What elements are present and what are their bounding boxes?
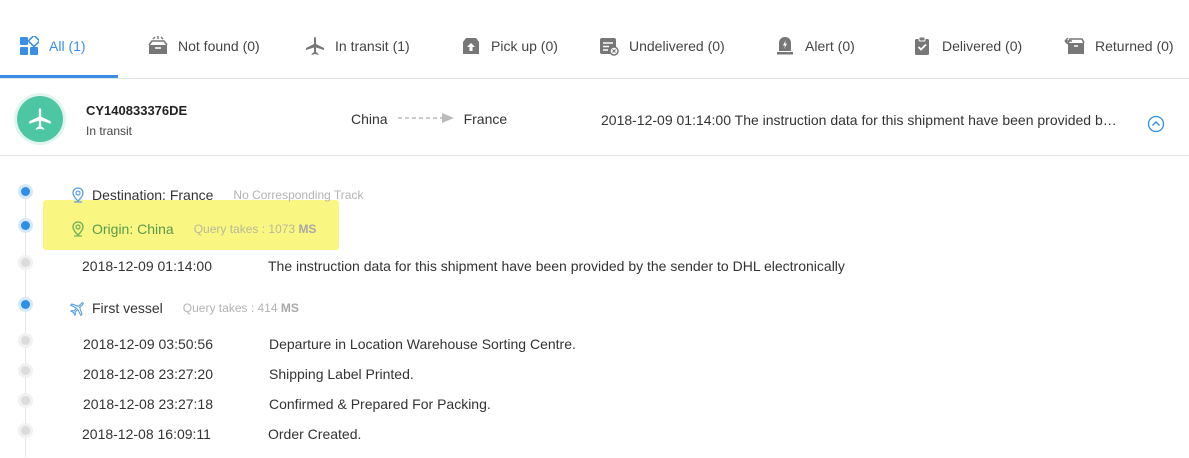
destination-note: No Corresponding Track <box>233 188 364 202</box>
event-time: 2018-12-08 16:09:11 <box>82 426 211 442</box>
airplane-icon <box>304 35 326 57</box>
timeline-dot-active <box>21 187 30 196</box>
event-description: The instruction data for this shipment h… <box>268 258 845 274</box>
location-pin-icon <box>72 221 84 237</box>
tab-in-transit[interactable]: In transit (1) <box>304 34 410 58</box>
tab-label: Alert (0) <box>805 38 855 54</box>
timeline-dot-active <box>21 221 30 230</box>
tab-label: Undelivered (0) <box>629 38 725 54</box>
status-tabs: All (1) Not found (0) In transit (1) Pic… <box>0 0 1189 79</box>
route-destination: France <box>463 111 508 127</box>
tab-label: Not found (0) <box>178 38 260 54</box>
clipboard-check-icon <box>911 35 933 57</box>
tracking-number[interactable]: CY140833376DE <box>86 103 187 118</box>
empty-box-icon <box>147 35 169 57</box>
shipment-status: In transit <box>86 124 133 138</box>
tab-label: Delivered (0) <box>942 38 1023 54</box>
destination-section: Destination: France No Corresponding Tra… <box>70 187 363 203</box>
pickup-box-icon <box>460 35 482 57</box>
origin-section: Origin: China Query takes : 1073 MS <box>70 221 316 237</box>
return-box-icon <box>1064 35 1086 57</box>
origin-query-time: Query takes : 1073 MS <box>194 222 317 236</box>
latest-event: 2018-12-09 01:14:00 The instruction data… <box>601 112 1121 128</box>
airplane-icon <box>69 302 84 317</box>
tab-undelivered[interactable]: Undelivered (0) <box>598 34 725 58</box>
timeline-dot <box>21 426 30 435</box>
event-description: Order Created. <box>268 426 362 442</box>
shipment-route: China France <box>351 111 507 127</box>
tab-label: Returned (0) <box>1095 38 1174 54</box>
timeline-dot <box>21 396 30 405</box>
timeline-dot <box>21 336 30 345</box>
collapse-button[interactable] <box>1147 115 1165 133</box>
shipment-status-avatar <box>17 96 63 142</box>
destination-label: Destination: France <box>92 187 214 203</box>
tab-label: All (1) <box>49 38 86 54</box>
tracking-timeline: Destination: France No Corresponding Tra… <box>0 157 1189 458</box>
tab-label: In transit (1) <box>335 38 410 54</box>
timeline-dot <box>21 258 30 267</box>
active-tab-indicator <box>0 75 118 78</box>
event-description: Shipping Label Printed. <box>269 366 414 382</box>
dashed-arrow-icon <box>397 111 456 127</box>
event-description: Confirmed & Prepared For Packing. <box>269 396 491 412</box>
timeline-dot-active <box>21 300 30 309</box>
tab-delivered[interactable]: Delivered (0) <box>911 34 1022 58</box>
first-vessel-section: First vessel Query takes : 414 MS <box>69 300 299 317</box>
location-pin-icon <box>72 187 84 203</box>
chevron-up-icon <box>1147 115 1165 133</box>
query-time-value: Query takes : 414 <box>182 301 278 315</box>
timeline-dot <box>21 366 30 375</box>
query-time-unit: MS <box>280 301 299 315</box>
tab-pick-up[interactable]: Pick up (0) <box>460 34 558 58</box>
tab-alert[interactable]: Alert (0) <box>774 34 855 58</box>
tab-label: Pick up (0) <box>491 38 558 54</box>
grid-icon <box>18 35 40 57</box>
alert-icon <box>774 35 796 57</box>
tab-all[interactable]: All (1) <box>18 34 86 58</box>
airplane-icon <box>29 108 51 130</box>
vessel-query-time: Query takes : 414 MS <box>183 301 299 315</box>
undelivered-list-icon <box>598 35 620 57</box>
event-time: 2018-12-09 01:14:00 <box>82 258 212 274</box>
route-origin: China <box>351 111 388 127</box>
tab-not-found[interactable]: Not found (0) <box>147 34 260 58</box>
origin-label: Origin: China <box>92 221 174 237</box>
query-time-unit: MS <box>298 222 317 236</box>
tab-returned[interactable]: Returned (0) <box>1064 34 1174 58</box>
event-time: 2018-12-09 03:50:56 <box>83 336 213 352</box>
shipment-row[interactable]: CY140833376DE In transit China France 20… <box>0 79 1189 156</box>
query-time-value: Query takes : 1073 <box>193 222 296 236</box>
event-time: 2018-12-08 23:27:20 <box>83 366 213 382</box>
first-vessel-label: First vessel <box>92 300 163 316</box>
event-description: Departure in Location Warehouse Sorting … <box>269 336 576 352</box>
event-time: 2018-12-08 23:27:18 <box>83 396 213 412</box>
